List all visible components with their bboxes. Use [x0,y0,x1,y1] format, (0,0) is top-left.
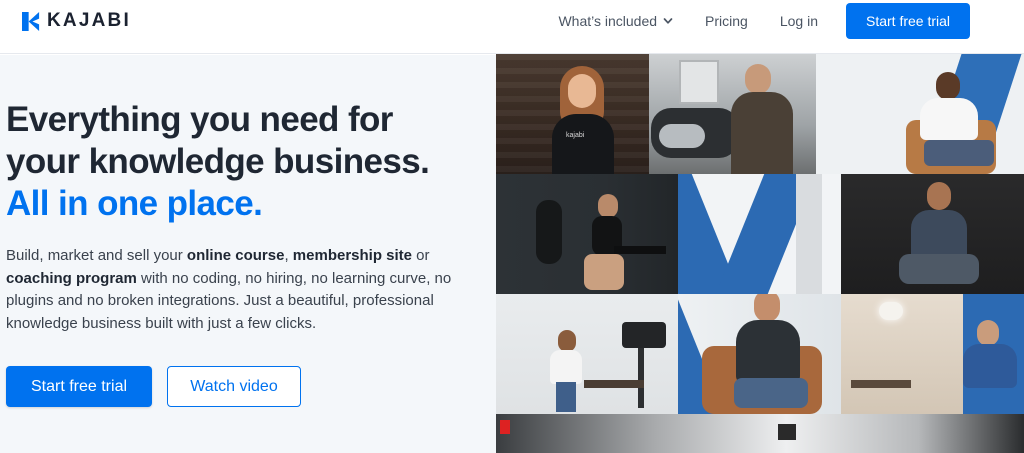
photo-man-dark [841,174,1024,294]
photo-woman-presenting [496,294,678,414]
window-decoration [679,60,719,104]
photo-woman-smiling: kajabi [496,54,649,174]
page: KAJABI What’s included Pricing Log in St… [0,0,1024,453]
gray-column [796,174,822,294]
brand-name: KAJABI [47,10,131,31]
woman-face [568,74,596,108]
hero-section: Everything you need for your knowledge b… [0,55,496,453]
man-shirt [963,344,1017,388]
woman-body [550,350,582,384]
photo-blue-wall [678,174,841,294]
man-head [754,294,780,322]
woman-head [558,330,576,352]
camera-rig [622,322,666,348]
bench [614,246,666,254]
headline-line-1: Everything you need for [6,100,393,139]
nav-whats-included-label: What’s included [558,13,658,29]
photo-man-motorcycle [649,54,816,174]
kajabi-logo[interactable]: KAJABI [22,11,131,31]
desk [584,380,644,388]
shirt-logo-text: kajabi [566,132,585,139]
desc-bold-online-course: online course [186,247,285,264]
woman-legs [584,254,624,290]
man-jacket [731,92,793,174]
man-head [745,64,771,94]
man-shirt [920,98,978,140]
woman-shirt [552,114,614,174]
headline-line-2: your knowledge business. [6,142,430,181]
man-jeans [734,378,808,408]
hero-headline: Everything you need for your knowledge b… [6,99,486,225]
chevron-down-icon [663,18,673,24]
photo-woman-gym [496,174,678,294]
woman-jeans [556,382,576,412]
man-legs [899,254,979,284]
header-start-free-trial-button[interactable]: Start free trial [846,3,970,39]
hero-description: Build, market and sell your online cours… [6,245,476,335]
red-accent [500,420,510,434]
man-head [936,72,960,100]
photo-room-chandelier [841,294,1024,414]
woman-head [598,194,618,218]
chandelier [879,302,903,320]
man-jacket [736,320,800,384]
photo-man-seated-white [816,54,1024,174]
photo-interior-bottom [496,414,1024,453]
nav-log-in[interactable]: Log in [780,13,818,29]
man-head [977,320,999,346]
desc-text-2: , [284,247,293,264]
kajabi-logo-mark-icon [22,11,40,31]
headline-accent: All in one place. [6,184,263,223]
top-nav-bar: KAJABI What’s included Pricing Log in St… [0,0,1024,54]
photo-collage: kajabi [496,54,1024,453]
tripod [638,348,644,408]
door-sign [778,424,796,440]
plant [536,200,562,264]
man-head [927,182,951,210]
photo-man-speaking [678,294,841,414]
motorcycle-chrome [659,124,705,148]
nav-pricing[interactable]: Pricing [705,13,748,29]
nav-whats-included[interactable]: What’s included [558,13,673,29]
start-free-trial-button[interactable]: Start free trial [6,366,152,407]
watch-video-button[interactable]: Watch video [167,366,301,407]
desc-text-3: or [412,247,430,264]
desc-bold-coaching-program: coaching program [6,269,137,287]
main-nav: What’s included Pricing Log in Start fre… [558,3,970,39]
desc-bold-membership-site: membership site [292,247,413,264]
desc-text-1: Build, market and sell your [6,247,187,264]
man-trousers [924,140,994,166]
desk [851,380,911,388]
